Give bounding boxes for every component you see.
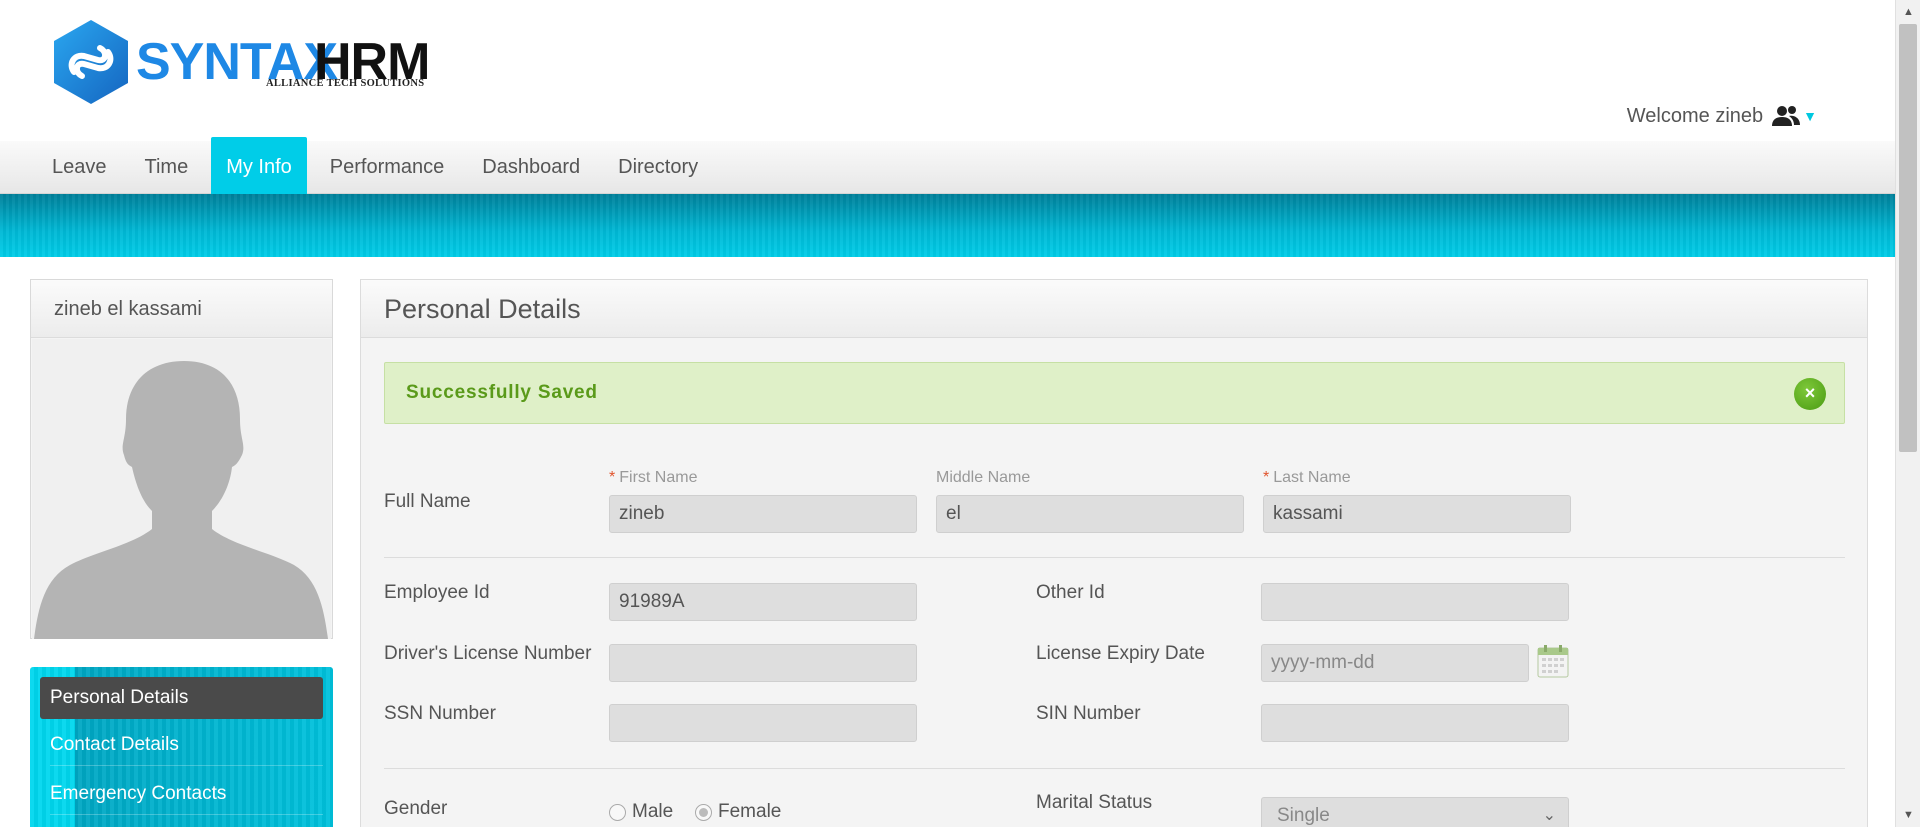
select-value: Single <box>1277 805 1330 826</box>
sin-label: SIN Number <box>1036 703 1141 724</box>
divider <box>384 557 1845 558</box>
gender-male-radio[interactable]: Male <box>609 801 673 823</box>
brand-logo[interactable]: SYNTAX HRM ALLIANCE TECH SOLUTIONS <box>52 18 456 106</box>
marital-status-select[interactable]: Single ⌄ <box>1261 797 1569 827</box>
nav-item-performance[interactable]: Performance <box>315 141 460 194</box>
first-name-input[interactable]: zineb <box>609 495 917 533</box>
personal-details-panel: Personal Details Successfully Saved × Fu… <box>360 279 1868 827</box>
radio-selected-icon <box>695 803 712 821</box>
main-nav: Leave Time My Info Performance Dashboard… <box>0 137 1895 198</box>
license-expiry-label: License Expiry Date <box>1036 643 1205 664</box>
calendar-icon[interactable] <box>1537 644 1569 678</box>
full-name-label: Full Name <box>384 491 471 512</box>
drivers-license-input[interactable] <box>609 644 917 682</box>
required-marker: * <box>1263 469 1270 486</box>
marital-status-label: Marital Status <box>1036 792 1153 813</box>
divider <box>50 765 323 766</box>
alert-message: Successfully Saved <box>406 382 598 403</box>
sidebar-item-label: Personal Details <box>50 687 189 708</box>
success-alert: Successfully Saved × <box>384 362 1845 424</box>
sidebar-item-contact-details[interactable]: Contact Details <box>40 724 323 766</box>
users-icon <box>1772 106 1801 126</box>
license-expiry-input[interactable]: yyyy-mm-dd <box>1261 644 1529 682</box>
caret-down-icon: ▼ <box>1803 108 1817 124</box>
sin-input[interactable] <box>1261 704 1569 742</box>
nav-item-dashboard[interactable]: Dashboard <box>467 141 595 194</box>
radio-label: Female <box>718 801 782 822</box>
last-name-label: * Last Name <box>1263 469 1351 486</box>
ssn-input[interactable] <box>609 704 917 742</box>
sidebar-item-personal-details[interactable]: Personal Details <box>40 677 323 719</box>
other-id-label: Other Id <box>1036 582 1105 603</box>
sidebar-item-emergency-contacts[interactable]: Emergency Contacts <box>40 773 323 815</box>
welcome-menu[interactable]: Welcome zineb ▼ <box>1627 104 1817 128</box>
required-marker: * <box>609 469 616 486</box>
gender-label: Gender <box>384 798 448 819</box>
nav-item-leave[interactable]: Leave <box>37 141 122 194</box>
employee-id-input[interactable]: 91989A <box>609 583 917 621</box>
last-name-input[interactable]: kassami <box>1263 495 1571 533</box>
ssn-label: SSN Number <box>384 703 496 724</box>
page-scrollbar[interactable]: ▲ ▼ <box>1895 0 1920 827</box>
divider <box>384 768 1845 769</box>
chevron-down-icon: ⌄ <box>1542 807 1556 824</box>
scrollbar-thumb[interactable] <box>1899 24 1917 452</box>
scroll-down-arrow-icon[interactable]: ▼ <box>1903 809 1914 821</box>
middle-name-input[interactable]: el <box>936 495 1244 533</box>
sidebar-item-label: Emergency Contacts <box>50 783 227 804</box>
sidebar-item-label: Contact Details <box>50 734 179 755</box>
other-id-input[interactable] <box>1261 583 1569 621</box>
drivers-license-label: Driver's License Number <box>384 643 592 664</box>
sidebar-menu: Personal Details Contact Details Emergen… <box>30 667 333 827</box>
radio-icon <box>609 803 626 821</box>
middle-name-label: Middle Name <box>936 469 1031 486</box>
first-name-label: * First Name <box>609 469 698 486</box>
profile-photo[interactable] <box>32 339 331 639</box>
syntax-logo-icon <box>54 20 128 104</box>
profile-card: zineb el kassami <box>30 279 333 639</box>
welcome-text: Welcome zineb <box>1626 104 1764 127</box>
default-avatar-icon <box>32 339 331 639</box>
gender-female-radio[interactable]: Female <box>695 801 781 823</box>
brand-wordmark: SYNTAX HRM ALLIANCE TECH SOLUTIONS <box>136 18 456 106</box>
header: SYNTAX HRM ALLIANCE TECH SOLUTIONS Welco… <box>0 0 1895 141</box>
divider <box>50 814 323 815</box>
header-banner <box>0 194 1895 257</box>
nav-item-time[interactable]: Time <box>130 141 204 194</box>
nav-item-directory[interactable]: Directory <box>603 141 713 194</box>
scroll-up-arrow-icon[interactable]: ▲ <box>1903 6 1914 18</box>
profile-name: zineb el kassami <box>31 280 332 338</box>
employee-id-label: Employee Id <box>384 582 490 603</box>
brand-tagline: ALLIANCE TECH SOLUTIONS <box>266 78 425 89</box>
close-alert-button[interactable]: × <box>1794 378 1826 410</box>
radio-label: Male <box>632 801 674 822</box>
nav-item-my-info[interactable]: My Info <box>211 137 307 198</box>
page-title: Personal Details <box>361 280 1867 338</box>
